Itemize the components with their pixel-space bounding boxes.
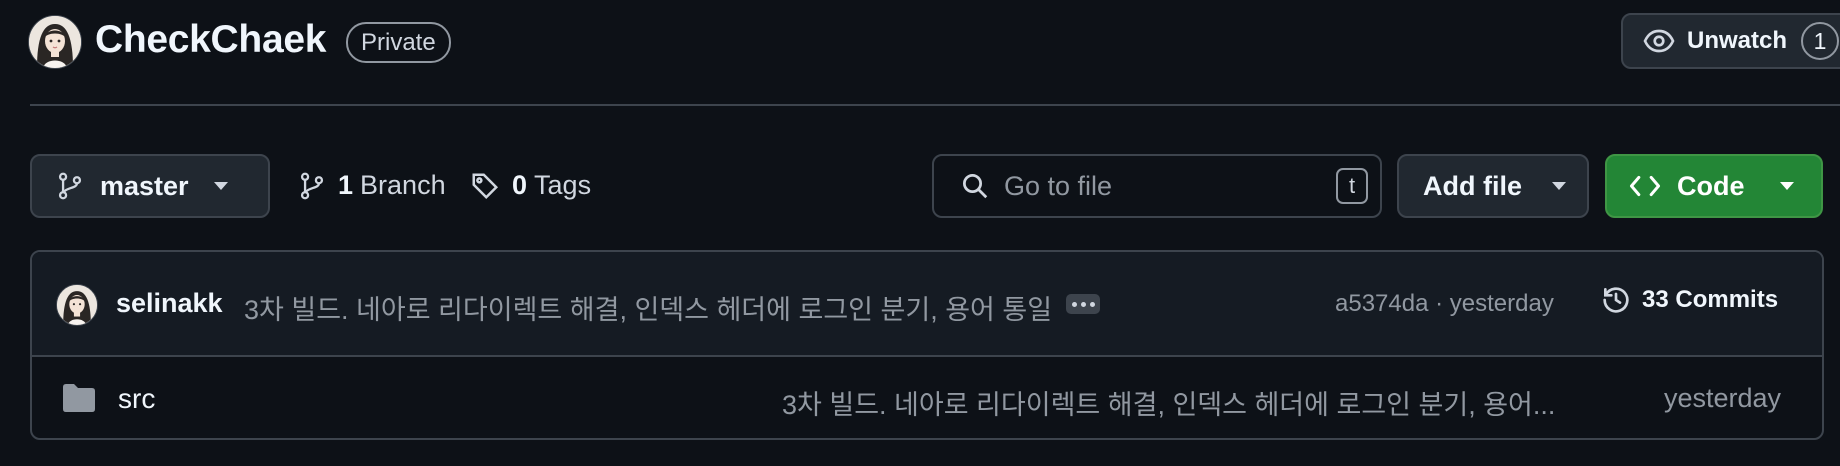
chevron-down-icon xyxy=(213,182,228,190)
search-placeholder: Go to file xyxy=(1004,170,1113,201)
owner-avatar[interactable] xyxy=(28,15,82,69)
commit-hash-time[interactable]: a5374da · yesterday xyxy=(1335,290,1554,318)
add-file-label: Add file xyxy=(1423,170,1522,201)
visibility-badge: Private xyxy=(346,22,451,63)
folder-icon xyxy=(62,383,96,418)
latest-commit-row: selinakk 3차 빌드. 네아로 리다이렉트 해결, 인덱스 헤더에 로그… xyxy=(32,252,1822,357)
repo-title[interactable]: CheckChaek xyxy=(95,18,326,62)
code-icon xyxy=(1629,172,1661,200)
code-button[interactable]: Code xyxy=(1605,154,1823,218)
search-icon xyxy=(960,171,990,201)
keyboard-shortcut-hint: t xyxy=(1336,168,1368,204)
tag-count: 0 xyxy=(512,170,528,200)
git-branch-icon xyxy=(298,171,326,201)
branches-link[interactable]: 1 Branch xyxy=(298,170,446,201)
commit-author[interactable]: selinakk xyxy=(116,288,223,319)
author-avatar[interactable] xyxy=(56,284,98,326)
unwatch-label: Unwatch xyxy=(1687,27,1788,54)
file-name[interactable]: src xyxy=(118,383,155,415)
unwatch-button[interactable]: Unwatch 1 xyxy=(1621,13,1840,69)
eye-icon xyxy=(1643,25,1675,57)
tag-icon xyxy=(470,171,500,201)
commits-history-link[interactable]: 33 Commits xyxy=(1600,284,1778,316)
branch-label: Branch xyxy=(360,170,446,200)
tag-label: Tags xyxy=(534,170,592,200)
chevron-down-icon xyxy=(1552,182,1566,190)
commits-label: 33 Commits xyxy=(1642,286,1779,313)
expand-commit-button[interactable] xyxy=(1066,294,1100,314)
file-table: selinakk 3차 빌드. 네아로 리다이렉트 해결, 인덱스 헤더에 로그… xyxy=(30,250,1824,440)
dot xyxy=(1080,301,1086,307)
chevron-down-icon xyxy=(1779,182,1794,190)
branch-name: master xyxy=(100,170,189,201)
file-date: yesterday xyxy=(1664,383,1782,413)
dot xyxy=(1089,301,1095,307)
add-file-button[interactable]: Add file xyxy=(1397,154,1589,218)
go-to-file-search[interactable]: Go to file t xyxy=(932,154,1382,218)
code-label: Code xyxy=(1677,170,1745,201)
dot xyxy=(1071,301,1077,307)
branch-count: 1 xyxy=(338,170,354,200)
file-commit-message[interactable]: 3차 빌드. 네아로 리다이렉트 해결, 인덱스 헤더에 로그인 분기, 용어.… xyxy=(782,383,1555,422)
git-branch-icon xyxy=(56,171,84,201)
branch-selector[interactable]: master xyxy=(30,154,270,218)
header-divider xyxy=(30,104,1840,106)
commit-message[interactable]: 3차 빌드. 네아로 리다이렉트 해결, 인덱스 헤더에 로그인 분기, 용어 … xyxy=(244,288,1052,327)
tags-link[interactable]: 0 Tags xyxy=(470,170,591,201)
history-icon xyxy=(1600,284,1632,316)
watch-count: 1 xyxy=(1801,22,1840,60)
table-row[interactable]: src 3차 빌드. 네아로 리다이렉트 해결, 인덱스 헤더에 로그인 분기,… xyxy=(32,357,1822,438)
